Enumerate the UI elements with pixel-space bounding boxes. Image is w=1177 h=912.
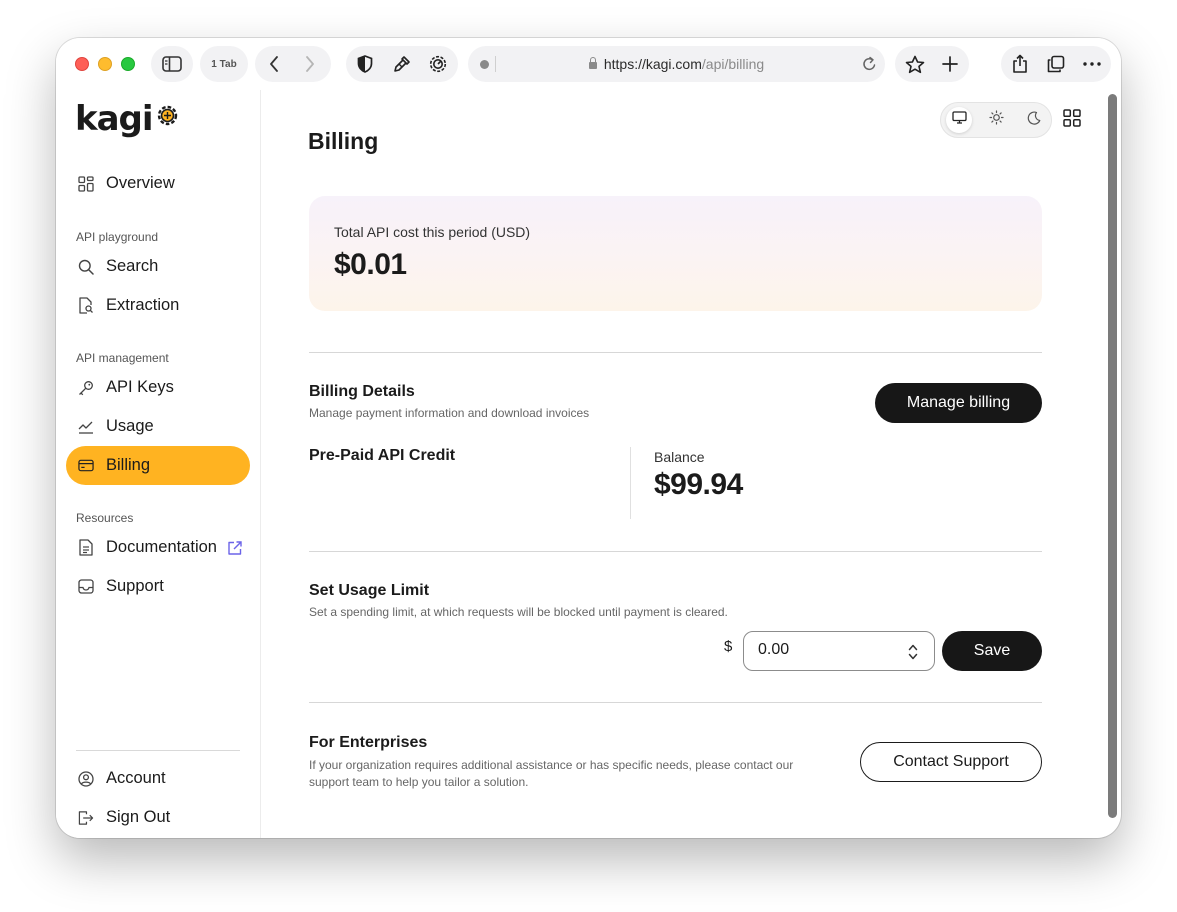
user-circle-icon bbox=[78, 770, 94, 787]
reload-icon[interactable] bbox=[862, 56, 877, 77]
monitor-icon bbox=[951, 111, 967, 129]
gear-extension-icon[interactable] bbox=[420, 46, 456, 82]
divider bbox=[309, 702, 1042, 703]
balance-label: Balance bbox=[654, 449, 705, 465]
usage-limit-field[interactable] bbox=[743, 631, 935, 671]
divider bbox=[309, 551, 1042, 552]
sidebar: kagi Overview API playground Search Extr… bbox=[56, 90, 261, 838]
sidebar-item-overview[interactable]: Overview bbox=[66, 164, 250, 203]
sidebar-item-sign-out[interactable]: Sign Out bbox=[66, 798, 250, 837]
sidebar-item-usage[interactable]: Usage bbox=[66, 407, 250, 446]
sun-icon bbox=[988, 110, 1004, 130]
scrollbar[interactable] bbox=[1108, 94, 1117, 818]
shield-icon[interactable] bbox=[347, 46, 383, 82]
address-bar[interactable]: https://kagi.com/api/billing bbox=[468, 46, 885, 82]
share-icon[interactable] bbox=[1002, 46, 1038, 82]
manage-billing-button[interactable]: Manage billing bbox=[875, 383, 1042, 423]
contact-support-button[interactable]: Contact Support bbox=[860, 742, 1042, 782]
sidebar-toggle-icon[interactable] bbox=[154, 46, 190, 82]
search-icon bbox=[78, 259, 94, 275]
section-label-api-playground: API playground bbox=[76, 230, 159, 244]
url-text: https://kagi.com/api/billing bbox=[468, 56, 885, 72]
kagi-logo[interactable]: kagi bbox=[75, 102, 180, 142]
external-link-icon bbox=[227, 540, 243, 556]
sidebar-item-billing[interactable]: Billing bbox=[66, 446, 250, 485]
tab-overview-button[interactable]: 1 Tab bbox=[200, 46, 248, 82]
minimize-window-button[interactable] bbox=[98, 57, 112, 71]
sidebar-divider bbox=[76, 750, 240, 751]
key-icon bbox=[78, 380, 94, 396]
sidebar-item-documentation[interactable]: Documentation bbox=[66, 528, 250, 567]
new-tab-plus-icon[interactable] bbox=[932, 46, 968, 82]
currency-symbol: $ bbox=[724, 638, 733, 655]
sidebar-item-api-keys[interactable]: API Keys bbox=[66, 368, 250, 407]
billing-details-title: Billing Details bbox=[309, 383, 415, 400]
usage-limit-title: Set Usage Limit bbox=[309, 582, 430, 599]
divider bbox=[309, 352, 1042, 353]
enterprise-description: If your organization requires additional… bbox=[309, 758, 794, 789]
browser-toolbar: 1 Tab https://kagi.com/api/billing bbox=[56, 38, 1121, 90]
vertical-divider bbox=[630, 447, 631, 519]
moon-icon bbox=[1027, 110, 1041, 130]
cost-summary-card: Total API cost this period (USD) $0.01 bbox=[309, 196, 1042, 311]
zoom-window-button[interactable] bbox=[121, 57, 135, 71]
usage-limit-description: Set a spending limit, at which requests … bbox=[309, 605, 728, 619]
document-search-icon bbox=[78, 297, 94, 314]
theme-light-button[interactable] bbox=[983, 107, 1009, 133]
more-ellipsis-icon[interactable] bbox=[1074, 46, 1110, 82]
prepaid-credit-title: Pre-Paid API Credit bbox=[309, 447, 456, 464]
apps-grid-icon[interactable] bbox=[1063, 109, 1081, 132]
balance-value: $99.94 bbox=[654, 468, 743, 501]
close-window-button[interactable] bbox=[75, 57, 89, 71]
main-content: Billing Total API cost this period (USD)… bbox=[261, 90, 1121, 838]
star-icon[interactable] bbox=[897, 46, 933, 82]
theme-system-button[interactable] bbox=[946, 107, 972, 133]
browser-window: 1 Tab https://kagi.com/api/billing kagi … bbox=[56, 38, 1121, 838]
kagi-gear-icon bbox=[155, 103, 180, 133]
section-label-api-management: API management bbox=[76, 351, 169, 365]
theme-switcher bbox=[940, 102, 1052, 138]
sidebar-item-account[interactable]: Account bbox=[66, 759, 250, 798]
enterprise-title: For Enterprises bbox=[309, 734, 428, 751]
cost-label: Total API cost this period (USD) bbox=[334, 224, 531, 240]
billing-details-description: Manage payment information and download … bbox=[309, 406, 590, 420]
chart-line-icon bbox=[78, 419, 94, 435]
sidebar-item-support[interactable]: Support bbox=[66, 567, 250, 606]
eyedropper-icon[interactable] bbox=[384, 46, 420, 82]
forward-chevron-icon[interactable] bbox=[292, 46, 328, 82]
sign-out-icon bbox=[78, 810, 94, 826]
stepper-arrows-icon[interactable] bbox=[908, 643, 918, 666]
save-button[interactable]: Save bbox=[942, 631, 1042, 671]
cost-value: $0.01 bbox=[334, 248, 407, 281]
credit-card-icon bbox=[78, 458, 94, 474]
page-title: Billing bbox=[308, 128, 379, 154]
theme-dark-button[interactable] bbox=[1021, 107, 1047, 133]
section-label-resources: Resources bbox=[76, 511, 134, 525]
back-chevron-icon[interactable] bbox=[256, 46, 292, 82]
document-icon bbox=[78, 539, 94, 556]
lock-icon bbox=[588, 57, 597, 69]
sidebar-item-extraction[interactable]: Extraction bbox=[66, 286, 250, 325]
sidebar-item-search[interactable]: Search bbox=[66, 247, 250, 286]
dashboard-icon bbox=[78, 175, 94, 192]
inbox-icon bbox=[78, 579, 94, 595]
tabs-overview-icon[interactable] bbox=[1038, 46, 1074, 82]
usage-limit-input[interactable] bbox=[758, 641, 898, 659]
